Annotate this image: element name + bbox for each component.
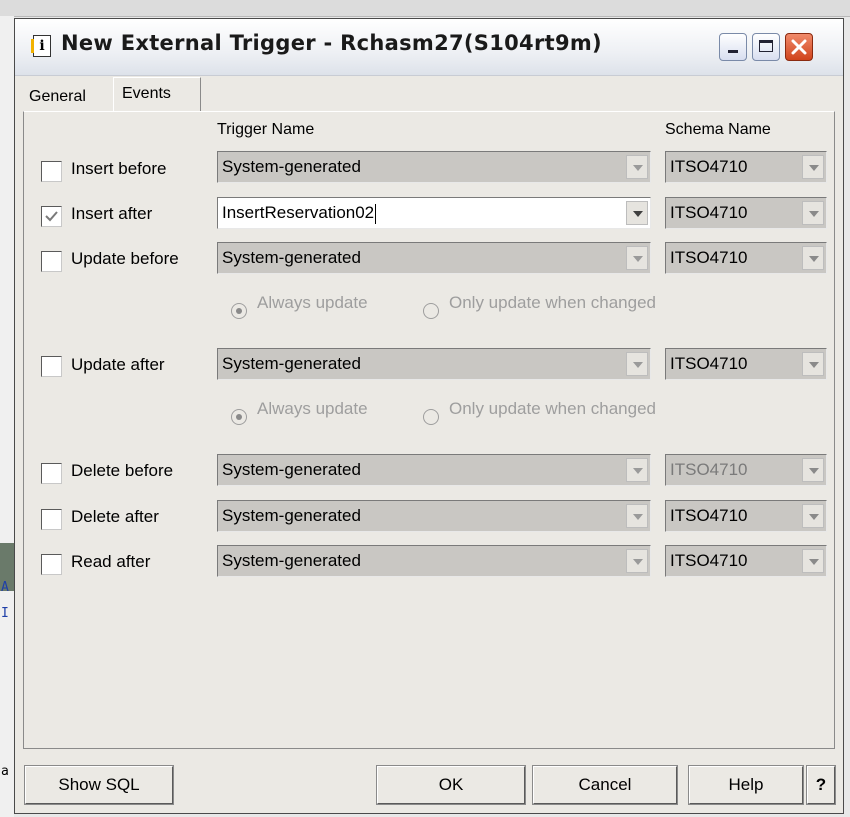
minimize-button[interactable]	[719, 33, 747, 61]
cancel-button[interactable]: Cancel	[532, 765, 678, 805]
dropdown-arrow-icon[interactable]	[802, 201, 824, 225]
dropdown-arrow-icon[interactable]	[802, 504, 824, 528]
ok-button[interactable]: OK	[376, 765, 526, 805]
update-before-label: Update before	[71, 249, 179, 268]
document-icon: i	[31, 35, 51, 57]
dropdown-arrow-icon[interactable]	[626, 352, 648, 376]
combo-value: ITSO4710	[670, 506, 748, 525]
insert-before-schema-combo[interactable]: ITSO4710	[665, 151, 827, 183]
update-before-only-changed-radio[interactable]	[423, 303, 439, 319]
dropdown-arrow-icon[interactable]	[802, 352, 824, 376]
update-before-schema-combo[interactable]: ITSO4710	[665, 242, 827, 274]
insert-before-trigger-combo[interactable]: System-generated	[217, 151, 651, 183]
insert-after-checkbox[interactable]	[41, 206, 62, 227]
combo-value: ITSO4710	[670, 354, 748, 373]
close-button[interactable]	[785, 33, 813, 61]
dropdown-arrow-icon[interactable]	[802, 458, 824, 482]
read-after-label: Read after	[71, 552, 151, 571]
maximize-button[interactable]	[752, 33, 780, 61]
text-caret	[375, 203, 377, 224]
read-after-schema-combo[interactable]: ITSO4710	[665, 545, 827, 577]
delete-after-label: Delete after	[71, 507, 159, 526]
update-after-only-changed-label: Only update when changed	[449, 399, 656, 418]
dropdown-arrow-icon[interactable]	[802, 246, 824, 270]
delete-before-schema-combo[interactable]: ITSO4710	[665, 454, 827, 486]
delete-after-schema-combo[interactable]: ITSO4710	[665, 500, 827, 532]
new-external-trigger-dialog: i New External Trigger - Rchasm27(S104rt…	[14, 18, 844, 814]
update-before-only-changed-label: Only update when changed	[449, 293, 656, 312]
delete-after-trigger-combo[interactable]: System-generated	[217, 500, 651, 532]
dropdown-arrow-icon[interactable]	[626, 155, 648, 179]
dropdown-arrow-icon[interactable]	[802, 549, 824, 573]
show-sql-button[interactable]: Show SQL	[24, 765, 174, 805]
context-help-button[interactable]: ?	[806, 765, 836, 805]
trigger-name-header: Trigger Name	[217, 121, 315, 138]
insert-before-checkbox[interactable]	[41, 161, 62, 182]
delete-after-checkbox[interactable]	[41, 509, 62, 530]
update-after-always-radio[interactable]	[231, 409, 247, 425]
tab-events[interactable]: Events	[113, 77, 201, 111]
update-after-schema-combo[interactable]: ITSO4710	[665, 348, 827, 380]
combo-value: System-generated	[222, 157, 361, 176]
combo-value: System-generated	[222, 248, 361, 267]
help-button[interactable]: Help	[688, 765, 804, 805]
update-after-checkbox[interactable]	[41, 356, 62, 377]
update-before-always-radio[interactable]	[231, 303, 247, 319]
combo-value: ITSO4710	[670, 157, 748, 176]
insert-before-label: Insert before	[71, 159, 167, 178]
title-bar[interactable]: i New External Trigger - Rchasm27(S104rt…	[15, 19, 843, 76]
combo-value: System-generated	[222, 506, 361, 525]
read-after-checkbox[interactable]	[41, 554, 62, 575]
combo-value: System-generated	[222, 460, 361, 479]
update-after-label: Update after	[71, 355, 165, 374]
dropdown-arrow-icon[interactable]	[626, 201, 648, 225]
dropdown-arrow-icon[interactable]	[626, 458, 648, 482]
background-fragment: a	[1, 764, 9, 779]
background-fragment: A	[1, 580, 9, 595]
tab-general[interactable]: General	[29, 83, 86, 111]
read-after-trigger-combo[interactable]: System-generated	[217, 545, 651, 577]
combo-value: ITSO4710	[670, 248, 748, 267]
combo-value: ITSO4710	[670, 203, 748, 222]
dropdown-arrow-icon[interactable]	[626, 246, 648, 270]
update-after-always-label: Always update	[257, 399, 368, 418]
delete-before-label: Delete before	[71, 461, 174, 480]
combo-value: System-generated	[222, 551, 361, 570]
combo-value: ITSO4710	[670, 551, 748, 570]
insert-after-label: Insert after	[71, 204, 153, 223]
delete-before-checkbox[interactable]	[41, 463, 62, 484]
update-after-trigger-combo[interactable]: System-generated	[217, 348, 651, 380]
update-before-trigger-combo[interactable]: System-generated	[217, 242, 651, 274]
delete-before-trigger-combo[interactable]: System-generated	[217, 454, 651, 486]
update-before-checkbox[interactable]	[41, 251, 62, 272]
dropdown-arrow-icon[interactable]	[626, 549, 648, 573]
dropdown-arrow-icon[interactable]	[626, 504, 648, 528]
update-after-only-changed-radio[interactable]	[423, 409, 439, 425]
trigger-name-input[interactable]: InsertReservation02	[222, 198, 377, 228]
combo-value: InsertReservation02	[222, 203, 375, 222]
close-icon	[791, 39, 807, 55]
update-before-always-label: Always update	[257, 293, 368, 312]
dropdown-arrow-icon[interactable]	[802, 155, 824, 179]
tab-bar: General Events	[15, 77, 843, 111]
background-window-edge	[0, 0, 850, 17]
window-title: New External Trigger - Rchasm27(S104rt9m…	[61, 31, 602, 55]
insert-after-trigger-combo[interactable]: InsertReservation02	[217, 197, 651, 229]
insert-after-schema-combo[interactable]: ITSO4710	[665, 197, 827, 229]
background-app-strip: A I a	[0, 16, 14, 817]
background-fragment: I	[1, 606, 9, 621]
combo-value: System-generated	[222, 354, 361, 373]
schema-name-header: Schema Name	[665, 121, 771, 138]
combo-value: ITSO4710	[670, 460, 748, 479]
checkmark-icon	[45, 211, 58, 222]
